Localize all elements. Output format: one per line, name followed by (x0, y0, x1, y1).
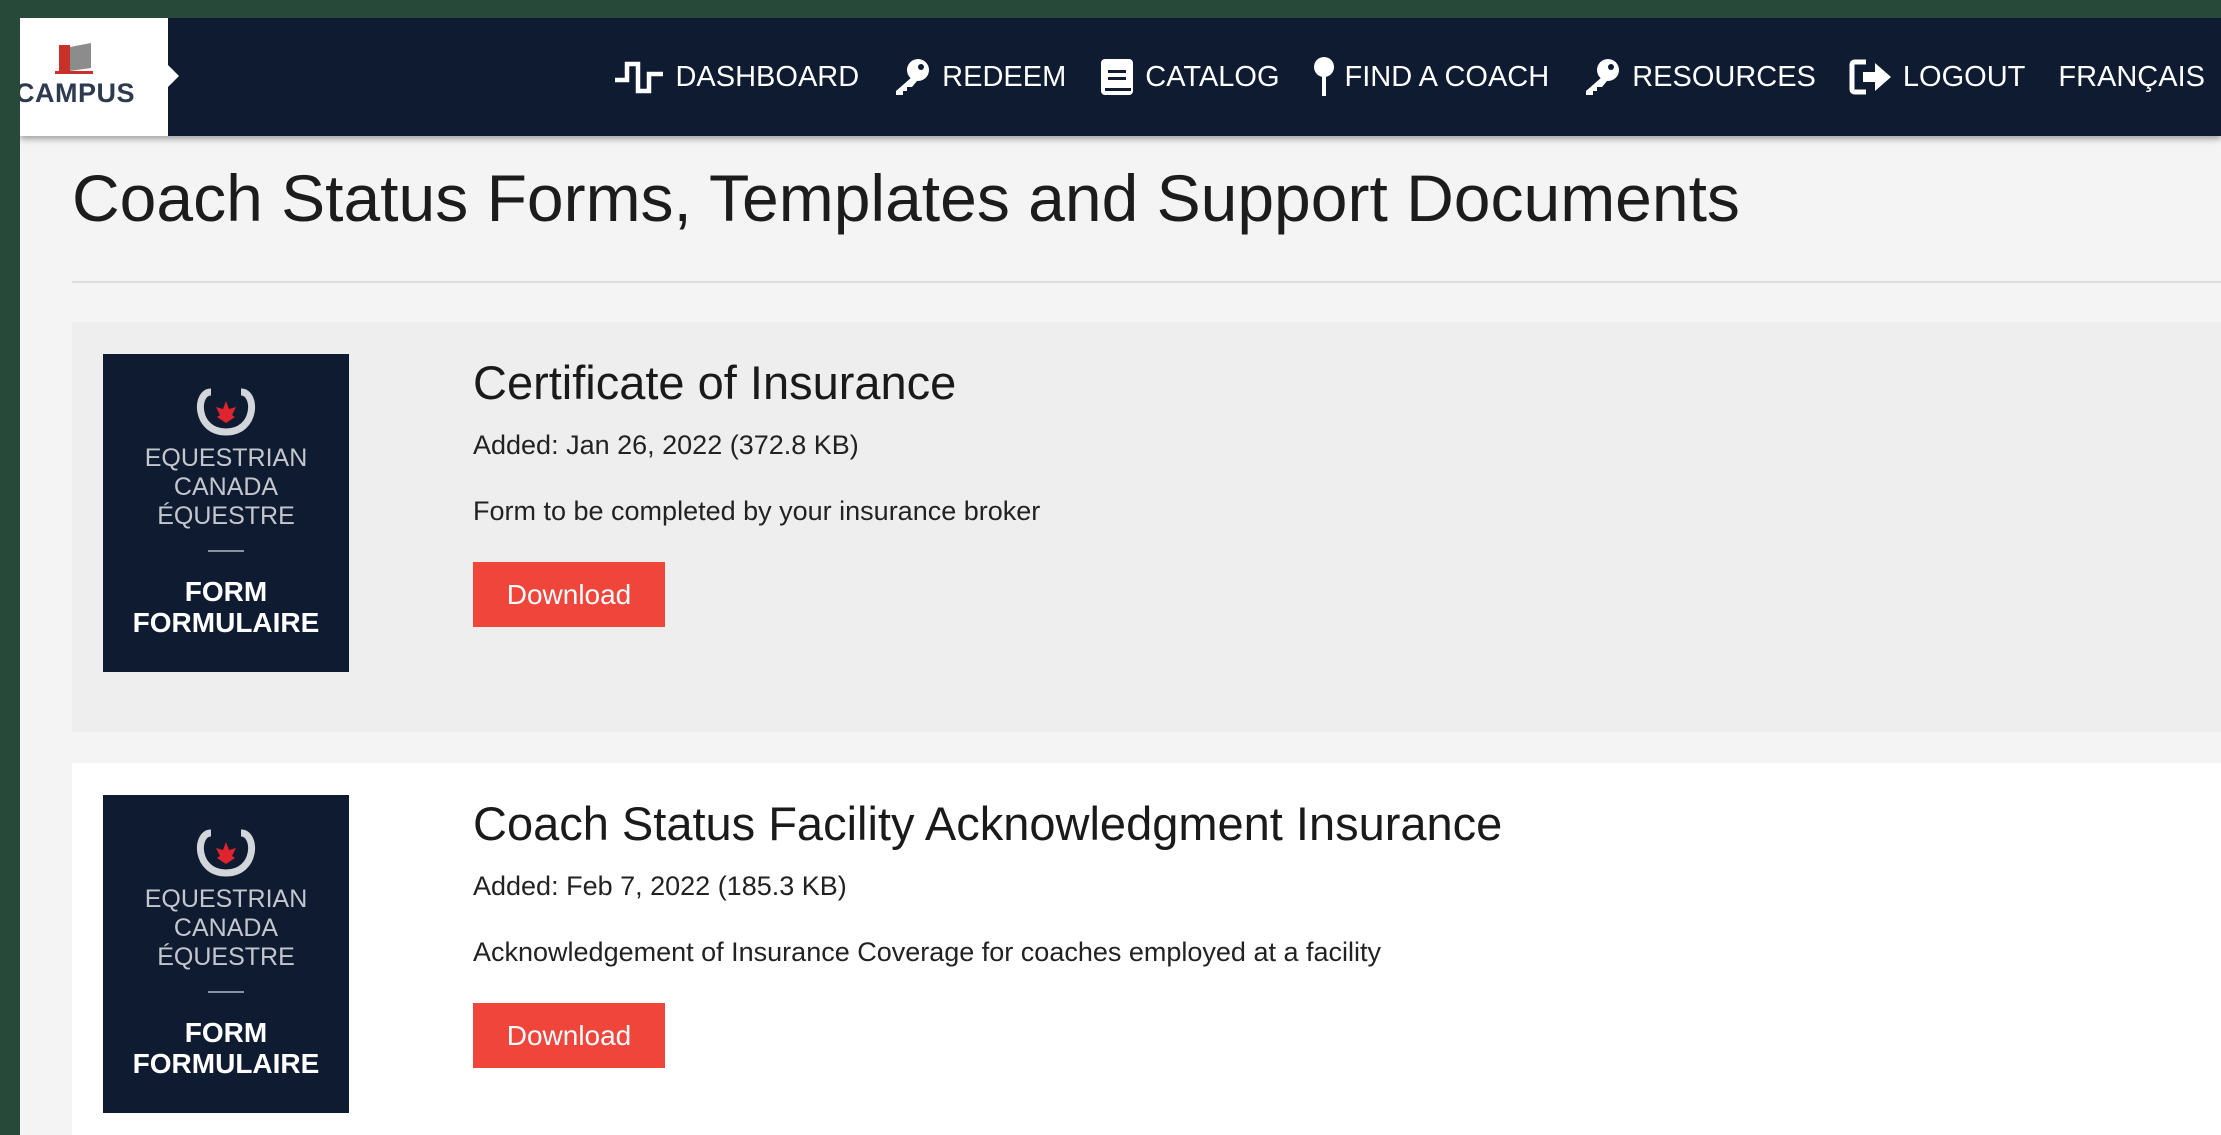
browser-viewport: CAMPUS DASHBOARD REDEEM CATALOG FIND A C… (20, 18, 2221, 1135)
title-divider (72, 281, 2221, 283)
thumb-line-1: EQUESTRIAN (145, 444, 308, 472)
thumb-line-4: FORM (185, 1017, 267, 1048)
document-description: Form to be completed by your insurance b… (473, 496, 1041, 526)
nav-redeem-label: REDEEM (942, 60, 1067, 93)
nav-language-label: FRANÇAIS (2058, 60, 2205, 93)
book-icon (1101, 59, 1134, 95)
thumb-line-5: FORMULAIRE (133, 1048, 320, 1079)
pulse-icon (615, 61, 664, 94)
nav-dashboard[interactable]: DASHBOARD (613, 58, 859, 96)
equestrian-canada-logo: EQUESTRIAN CANADA ÉQUESTRE FORM FORMULAI… (133, 829, 320, 1079)
document-thumbnail: EQUESTRIAN CANADA ÉQUESTRE FORM FORMULAI… (103, 795, 349, 1113)
document-description: Acknowledgement of Insurance Coverage fo… (473, 937, 1381, 967)
nav-dashboard-label: DASHBOARD (675, 60, 860, 93)
document-card: EQUESTRIAN CANADA ÉQUESTRE FORM FORMULAI… (72, 322, 2221, 732)
thumb-line-4: FORM (185, 576, 267, 607)
thumb-line-2: CANADA (174, 473, 279, 501)
nav-catalog-label: CATALOG (1145, 60, 1280, 93)
nav-logout[interactable]: LOGOUT (1849, 58, 2025, 96)
equestrian-canada-logo: EQUESTRIAN CANADA ÉQUESTRE FORM FORMULAI… (133, 388, 320, 638)
document-card: EQUESTRIAN CANADA ÉQUESTRE FORM FORMULAI… (72, 763, 2221, 1135)
nav-resources-label: RESOURCES (1632, 60, 1816, 93)
map-pin-icon (1313, 57, 1334, 96)
nav-logout-label: LOGOUT (1902, 60, 2026, 93)
top-navbar: CAMPUS DASHBOARD REDEEM CATALOG FIND A C… (20, 18, 2221, 136)
thumb-line-5: FORMULAIRE (133, 607, 320, 638)
nav-find-a-coach[interactable]: FIND A COACH (1313, 56, 1550, 98)
logo-text: CAMPUS (20, 78, 136, 108)
nav-find-a-coach-label: FIND A COACH (1344, 60, 1550, 93)
key-icon (1586, 59, 1620, 95)
thumb-line-3: ÉQUESTRE (157, 501, 295, 530)
nav-redeem[interactable]: REDEEM (892, 57, 1066, 97)
thumb-line-2: CANADA (174, 914, 279, 942)
red-book-icon (55, 43, 93, 74)
page-title: Coach Status Forms, Templates and Suppor… (72, 161, 1740, 235)
nav-language-toggle[interactable]: FRANÇAIS (2058, 61, 2205, 94)
document-thumbnail: EQUESTRIAN CANADA ÉQUESTRE FORM FORMULAI… (103, 354, 349, 672)
thumb-line-1: EQUESTRIAN (145, 885, 308, 913)
download-button[interactable]: Download (473, 562, 665, 627)
site-logo[interactable]: CAMPUS (20, 18, 179, 136)
document-meta: Added: Jan 26, 2022 (372.8 KB) (473, 430, 859, 460)
nav-resources[interactable]: RESOURCES (1582, 57, 1816, 97)
document-title[interactable]: Certificate of Insurance (473, 355, 956, 410)
nav-catalog[interactable]: CATALOG (1099, 57, 1280, 97)
key-icon (896, 59, 930, 95)
main-menu: DASHBOARD REDEEM CATALOG FIND A COACH RE… (613, 18, 2205, 136)
document-meta: Added: Feb 7, 2022 (185.3 KB) (473, 871, 847, 901)
download-button[interactable]: Download (473, 1003, 665, 1068)
logout-icon (1849, 59, 1891, 95)
document-title[interactable]: Coach Status Facility Acknowledgment Ins… (473, 796, 1502, 851)
thumb-line-3: ÉQUESTRE (157, 942, 295, 971)
